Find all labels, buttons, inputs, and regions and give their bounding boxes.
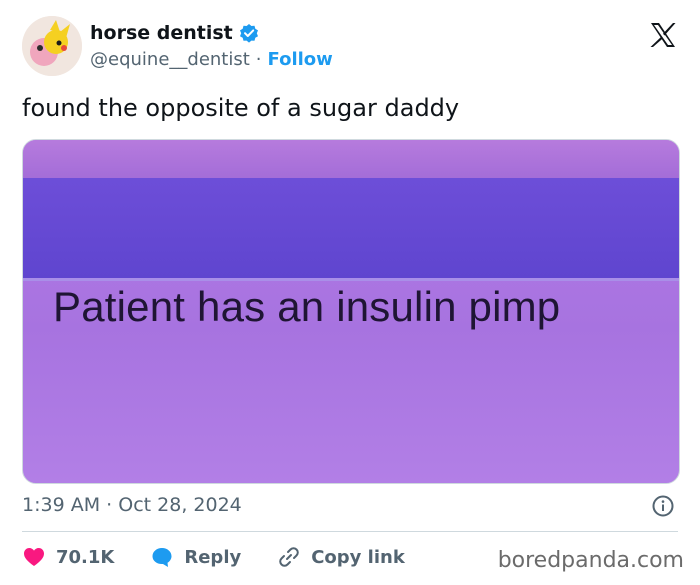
x-logo-icon[interactable] bbox=[648, 20, 678, 50]
tweet-text: found the opposite of a sugar daddy bbox=[22, 94, 460, 122]
user-handle[interactable]: @equine__dentist bbox=[90, 49, 250, 70]
handle-separator: · bbox=[255, 49, 262, 70]
like-count: 70.1K bbox=[56, 546, 115, 568]
avatar[interactable] bbox=[22, 16, 82, 76]
link-icon bbox=[277, 545, 301, 569]
info-icon[interactable] bbox=[652, 495, 674, 517]
verified-icon bbox=[239, 23, 259, 43]
follow-button[interactable]: Follow bbox=[268, 49, 333, 70]
copy-link-label: Copy link bbox=[311, 546, 405, 568]
image-strip bbox=[23, 278, 679, 281]
tweet-date[interactable]: Oct 28, 2024 bbox=[118, 494, 242, 516]
tweet-image[interactable]: Patient has an insulin pimp bbox=[22, 139, 680, 484]
watermark: boredpanda.com bbox=[497, 548, 684, 573]
image-header-band bbox=[23, 178, 679, 278]
like-button[interactable]: 70.1K bbox=[22, 545, 114, 569]
tweet-meta: 1:39 AM · Oct 28, 2024 bbox=[22, 494, 242, 516]
copy-link-button[interactable]: Copy link bbox=[277, 545, 405, 569]
reply-bubble-icon bbox=[150, 545, 174, 569]
reply-label: Reply bbox=[184, 546, 242, 568]
meta-separator: · bbox=[106, 494, 113, 516]
image-top-band bbox=[23, 140, 679, 178]
tweet-time[interactable]: 1:39 AM bbox=[22, 494, 100, 516]
reply-button[interactable]: Reply bbox=[150, 545, 241, 569]
display-name[interactable]: horse dentist bbox=[90, 22, 233, 44]
heart-icon bbox=[22, 545, 46, 569]
divider bbox=[22, 531, 678, 532]
image-caption: Patient has an insulin pimp bbox=[53, 283, 561, 330]
